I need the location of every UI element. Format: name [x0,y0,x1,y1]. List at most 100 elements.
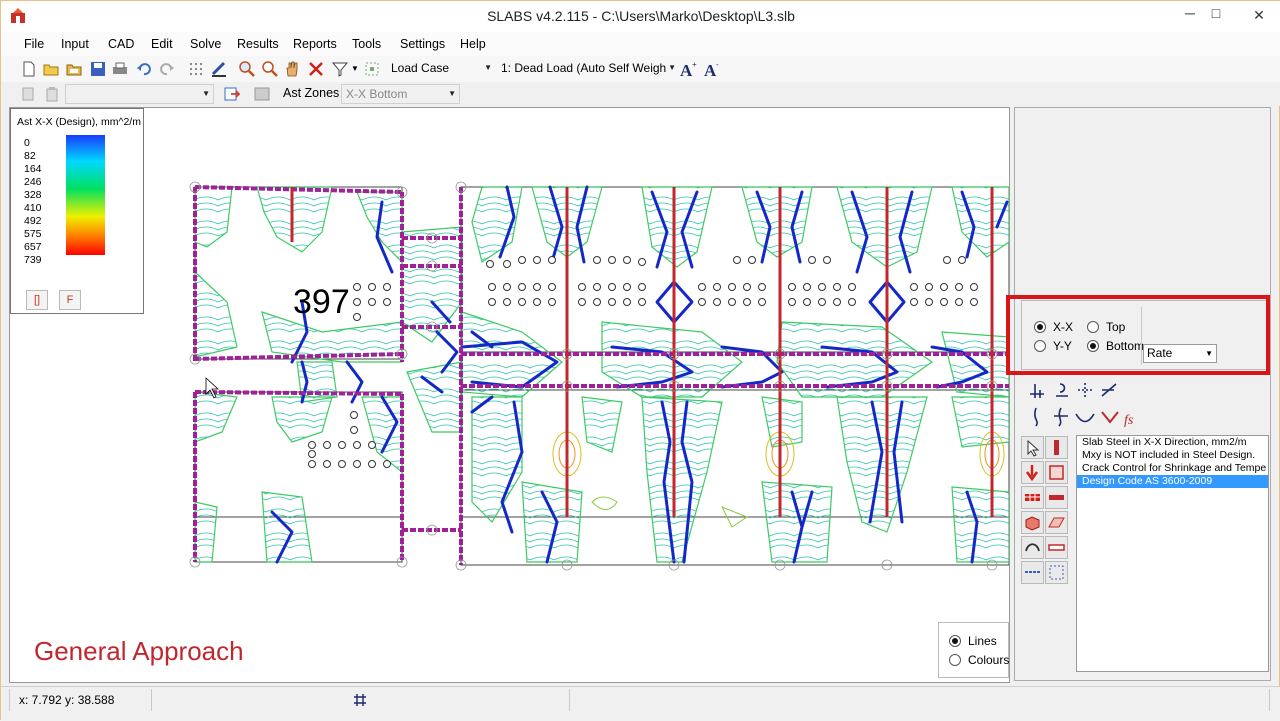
pointer-tool-icon[interactable] [1021,436,1044,459]
legend-value: 492 [24,215,42,227]
delete-icon[interactable] [307,60,325,78]
select-icon[interactable] [363,60,381,78]
deflection-icon [1056,383,1068,397]
redo-icon[interactable] [158,60,176,78]
export-icon[interactable] [223,85,241,103]
legend-value: 739 [24,254,42,266]
divider [1269,689,1270,711]
legend-value: 575 [24,228,42,240]
function-icon: fs [1124,413,1134,428]
title-bar[interactable]: SLABS v4.2.115 - C:\Users\Marko\Desktop\… [1,1,1280,32]
reaction-icon [1101,411,1119,424]
menu-input[interactable]: Input [61,37,89,51]
snap-grid-icon[interactable] [353,693,367,707]
legend-title: Ast X-X (Design), mm^2/m [17,116,141,128]
legend-value: 328 [24,189,42,201]
arc-tool-icon[interactable] [1021,536,1044,559]
save-icon[interactable] [89,60,107,78]
divider [9,689,10,711]
legend-font-button[interactable]: F [59,290,81,310]
legend-value: 657 [24,241,42,253]
load-case-select[interactable]: 1: Dead Load (Auto Self Weigh ▼ [497,59,679,79]
menu-file[interactable]: File [24,37,44,51]
grid-cut-icon [1078,383,1092,397]
moment-icon [1075,413,1095,423]
filter-dropdown-icon[interactable]: ▼ [351,64,359,73]
lines-radio[interactable] [949,635,961,647]
view-select[interactable]: ▼ [65,84,214,104]
open-icon[interactable] [42,60,60,78]
grid-icon[interactable] [187,60,205,78]
print-icon[interactable] [111,60,129,78]
list-item[interactable]: Crack Control for Shrinkage and Tempe [1077,462,1268,475]
menu-results[interactable]: Results [237,37,279,51]
legend-gradient [66,135,105,255]
legend-value: 82 [24,150,36,162]
block-tool-icon[interactable] [1021,511,1044,534]
zoom-in-icon[interactable] [238,60,256,78]
menu-settings[interactable]: Settings [400,37,445,51]
results-toolbar: ▼ Ast Zones X-X Bottom ▼ [1,82,1280,106]
legend-value: 164 [24,163,42,175]
list-item[interactable]: Mxy is NOT included in Steel Design. [1077,449,1268,462]
legend-value: 0 [24,137,30,149]
menu-solve[interactable]: Solve [190,37,221,51]
open-folder-icon[interactable] [65,60,83,78]
main-toolbar: ▼ Load Case ▼ 1: Dead Load (Auto Self We… [1,56,1280,82]
slab-tool-icon[interactable] [1045,461,1068,484]
info-list[interactable]: Slab Steel in X-X Direction, mm2/m Mxy i… [1076,435,1269,672]
new-icon[interactable] [20,60,38,78]
load-tool-icon[interactable] [1021,461,1044,484]
chevron-down-icon: ▼ [202,89,210,98]
list-item-selected[interactable]: Design Code AS 3600-2009 [1077,475,1268,488]
rate-select-value: Rate [1147,346,1173,360]
menu-help[interactable]: Help [460,37,486,51]
chevron-down-icon: ▼ [668,63,676,72]
drawing-canvas[interactable]: 397 Ast X-X (Design), mm^2/m 0 82 164 24… [9,107,1010,683]
column-tool-icon[interactable] [1045,436,1068,459]
load-case-value: 1: Dead Load (Auto Self Weigh [501,61,667,75]
undo-icon[interactable] [135,60,153,78]
legend-value: 410 [24,202,42,214]
colours-label: Colours [968,653,1010,667]
colours-radio[interactable] [949,654,961,666]
region-tool-icon[interactable] [1045,561,1068,584]
slab-contour-plot[interactable] [10,108,1009,682]
approach-caption: General Approach [34,636,244,666]
strip-tool-icon[interactable] [1045,536,1068,559]
lines-label: Lines [968,634,997,648]
beam-tool-icon[interactable] [1045,486,1068,509]
pan-icon[interactable] [283,60,301,78]
menu-bar: File Input CAD Edit Solve Results Report… [1,32,1280,56]
plate-tool-icon[interactable] [1045,511,1068,534]
rate-select[interactable]: Rate ▼ [1143,344,1217,363]
font-size-down-icon[interactable]: A- [703,59,723,79]
filter-icon[interactable] [331,60,349,78]
load-case-label: Load Case [391,61,450,75]
menu-cad[interactable]: CAD [108,37,134,51]
font-size-up-icon[interactable]: A + [679,59,699,79]
legend-frame-button[interactable]: [] [26,290,48,310]
svg-text:+: + [692,60,697,69]
ast-zones-select[interactable]: X-X Bottom ▼ [341,84,460,104]
load-case-label-combo[interactable]: Load Case ▼ [387,59,495,79]
draw-icon[interactable] [210,60,228,78]
table-icon[interactable] [253,85,271,103]
status-bar: x: 7.792 y: 38.588 [1,686,1280,721]
section-icon [1030,384,1044,398]
menu-edit[interactable]: Edit [151,37,173,51]
close-button[interactable]: ✕ [1239,5,1279,27]
zoom-icon[interactable] [261,60,279,78]
wall-tool-icon[interactable] [1021,486,1044,509]
paste-icon[interactable] [43,85,61,103]
menu-tools[interactable]: Tools [352,37,381,51]
app-window: SLABS v4.2.115 - C:\Users\Marko\Desktop\… [0,0,1280,721]
maximize-button[interactable]: □ [1201,3,1231,25]
divider [569,689,570,711]
line-tool-icon[interactable] [1021,561,1044,584]
menu-reports[interactable]: Reports [293,37,337,51]
list-item[interactable]: Slab Steel in X-X Direction, mm2/m [1077,436,1268,449]
contour-value-label: 397 [293,283,350,321]
window-title: SLABS v4.2.115 - C:\Users\Marko\Desktop\… [487,8,795,24]
copy-icon[interactable] [20,85,38,103]
